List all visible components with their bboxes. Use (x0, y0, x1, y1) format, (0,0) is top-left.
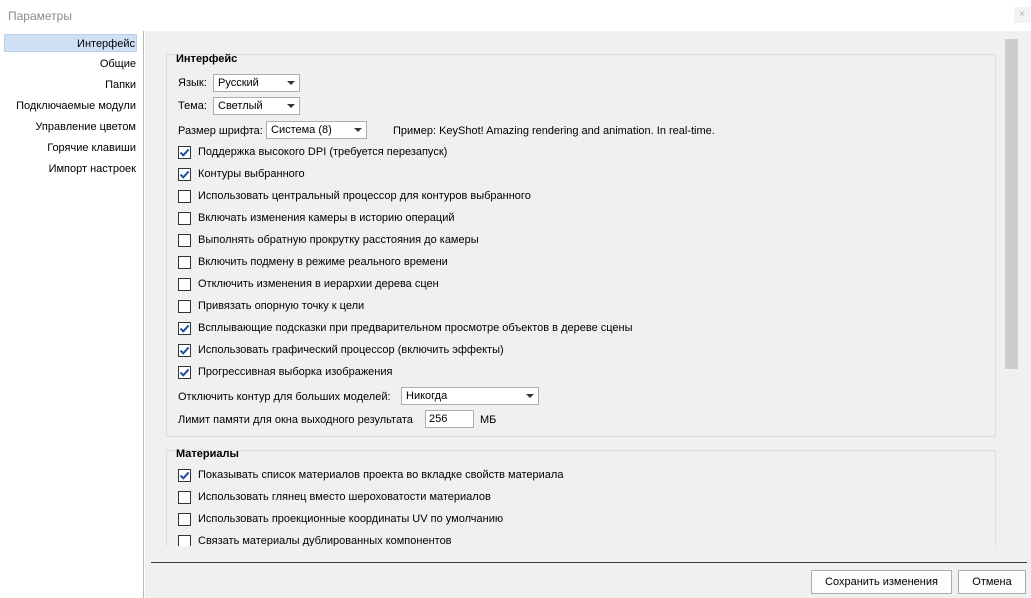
disable-outline-label: Отключить контур для больших моделей: (178, 391, 391, 403)
sidebar-item-import-settings[interactable]: Импорт настроек (49, 160, 137, 178)
title-bar: Параметры × (0, 0, 1031, 31)
memory-limit-value: 256 (429, 413, 448, 425)
uv-projection-label: Использовать проекционные координаты UV … (198, 513, 504, 525)
sidebar: Интерфейс Общие Папки Подключаемые модул… (0, 31, 144, 598)
sidebar-item-folders[interactable]: Папки (105, 76, 137, 94)
close-icon: × (1019, 9, 1025, 20)
interface-group: Интерфейс Язык: Русский Тема: Светлый Ра… (166, 53, 996, 437)
project-materials-label: Показывать список материалов проекта во … (198, 469, 564, 481)
progressive-sampling-checkbox[interactable] (178, 366, 191, 379)
sidebar-item-label: Управление цветом (35, 121, 136, 133)
language-label: Язык: (178, 77, 207, 89)
high-dpi-label: Поддержка высокого DPI (требуется переза… (198, 146, 448, 158)
chevron-down-icon (354, 128, 362, 132)
theme-label: Тема: (178, 100, 207, 112)
cpu-outline-checkbox[interactable] (178, 190, 191, 203)
realtime-swap-checkbox[interactable] (178, 256, 191, 269)
link-duplicates-label: Связать материалы дублированных компонен… (198, 535, 452, 546)
sidebar-item-color-management[interactable]: Управление цветом (35, 118, 137, 136)
theme-select-value: Светлый (218, 100, 263, 112)
close-button[interactable]: × (1014, 7, 1030, 23)
settings-panel: Интерфейс Язык: Русский Тема: Светлый Ра… (145, 31, 1031, 598)
sidebar-item-label: Папки (105, 79, 136, 91)
disable-outline-select[interactable]: Никогда (401, 387, 539, 405)
tooltips-preview-checkbox[interactable] (178, 322, 191, 335)
sidebar-item-plugins[interactable]: Подключаемые модули (16, 97, 137, 115)
pivot-target-label: Привязать опорную точку к цели (198, 300, 365, 312)
theme-select[interactable]: Светлый (213, 97, 300, 115)
vertical-scrollbar[interactable] (1005, 39, 1018, 546)
memory-limit-unit: МБ (480, 414, 497, 426)
interface-group-title: Интерфейс (176, 53, 238, 65)
camera-history-label: Включать изменения камеры в историю опер… (198, 212, 455, 224)
font-size-select-value: Система (8) (271, 124, 332, 136)
font-preview-text: Пример: KeyShot! Amazing rendering and a… (393, 125, 715, 137)
project-materials-checkbox[interactable] (178, 469, 191, 482)
chevron-down-icon (526, 394, 534, 398)
uv-projection-checkbox[interactable] (178, 513, 191, 526)
materials-group-title: Материалы (176, 448, 239, 460)
sidebar-item-label: Интерфейс (77, 38, 135, 50)
gpu-effects-label: Использовать графический процессор (вклю… (198, 344, 504, 356)
tooltips-preview-label: Всплывающие подсказки при предварительно… (198, 322, 633, 334)
scene-tree-changes-checkbox[interactable] (178, 278, 191, 291)
realtime-swap-label: Включить подмену в режиме реального врем… (198, 256, 448, 268)
disable-outline-select-value: Никогда (406, 390, 448, 402)
selection-outline-checkbox[interactable] (178, 168, 191, 181)
window-title: Параметры (8, 9, 72, 23)
sidebar-item-general[interactable]: Общие (100, 55, 137, 73)
settings-scroll-area: Интерфейс Язык: Русский Тема: Светлый Ра… (145, 31, 1005, 546)
sidebar-item-interface[interactable]: Интерфейс (4, 34, 137, 52)
sidebar-item-label: Горячие клавиши (47, 142, 136, 154)
pivot-target-checkbox[interactable] (178, 300, 191, 313)
chevron-down-icon (287, 104, 295, 108)
link-duplicates-checkbox[interactable] (178, 535, 191, 546)
chevron-down-icon (287, 81, 295, 85)
progressive-sampling-label: Прогрессивная выборка изображения (198, 366, 393, 378)
selection-outline-label: Контуры выбранного (198, 168, 305, 180)
save-changes-button[interactable]: Сохранить изменения (811, 570, 952, 594)
memory-limit-input[interactable]: 256 (425, 410, 474, 428)
materials-group: Материалы Показывать список материалов п… (166, 448, 996, 546)
sidebar-item-label: Подключаемые модули (16, 100, 136, 112)
camera-history-checkbox[interactable] (178, 212, 191, 225)
cancel-button[interactable]: Отмена (958, 570, 1026, 594)
high-dpi-checkbox[interactable] (178, 146, 191, 159)
gloss-roughness-checkbox[interactable] (178, 491, 191, 504)
footer-divider (151, 562, 1027, 563)
gpu-effects-checkbox[interactable] (178, 344, 191, 357)
scrollbar-thumb[interactable] (1005, 39, 1018, 369)
font-size-label: Размер шрифта: (178, 125, 263, 137)
language-select-value: Русский (218, 77, 259, 89)
sidebar-item-label: Общие (99, 58, 136, 70)
sidebar-item-hotkeys[interactable]: Горячие клавиши (47, 139, 137, 157)
memory-limit-label: Лимит памяти для окна выходного результа… (178, 414, 413, 426)
reverse-scroll-label: Выполнять обратную прокрутку расстояния … (198, 234, 479, 246)
reverse-scroll-checkbox[interactable] (178, 234, 191, 247)
cpu-outline-label: Использовать центральный процессор для к… (198, 190, 531, 202)
sidebar-item-label: Импорт настроек (48, 163, 136, 175)
scene-tree-changes-label: Отключить изменения в иерархии дерева сц… (198, 278, 439, 290)
font-size-select[interactable]: Система (8) (266, 121, 367, 139)
gloss-roughness-label: Использовать глянец вместо шероховатости… (198, 491, 491, 503)
language-select[interactable]: Русский (213, 74, 300, 92)
